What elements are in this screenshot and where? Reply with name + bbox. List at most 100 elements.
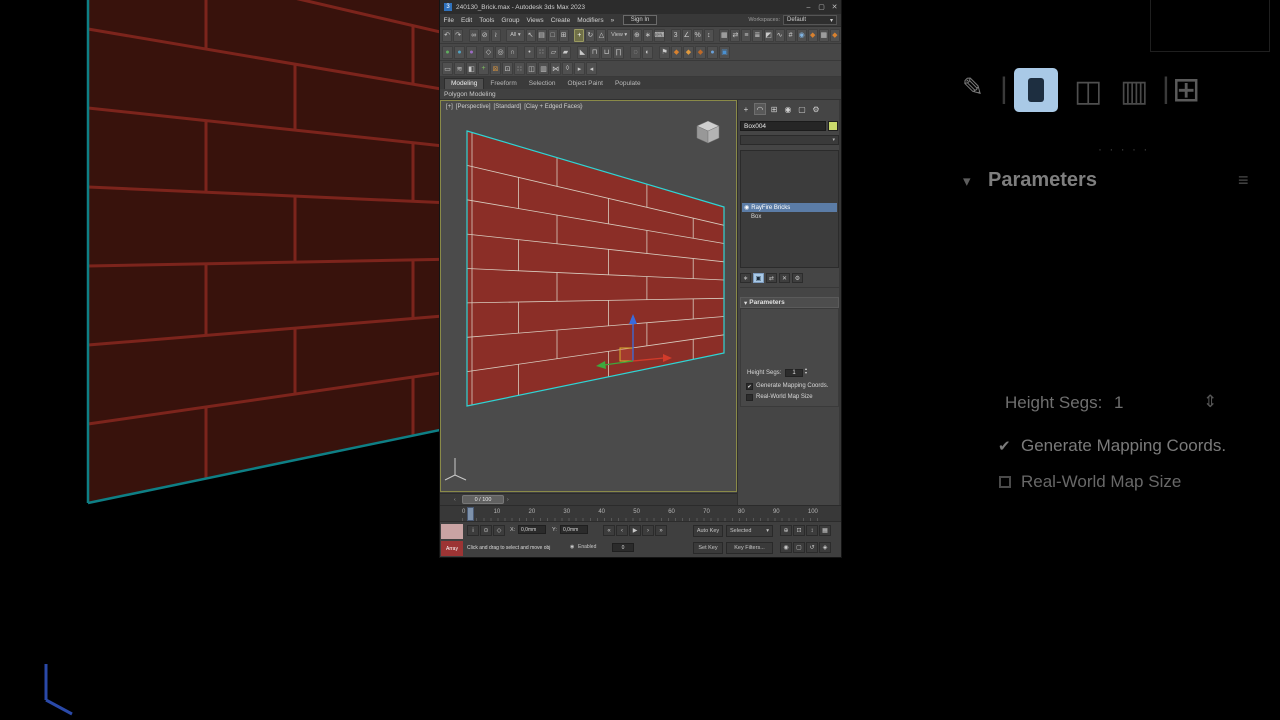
play-small-icon[interactable]: ▸ [574, 62, 585, 75]
key-filters-button[interactable]: Key Filters... [726, 542, 773, 554]
menu-item[interactable]: Views [523, 17, 547, 24]
cross-section-icon[interactable]: ⊠ [490, 62, 501, 75]
bind-to-space-warp-icon[interactable]: ≀ [490, 28, 501, 42]
utilities-tab-icon[interactable]: ⚙ [810, 103, 822, 115]
add-mesh-icon[interactable]: + [478, 62, 489, 75]
soft-selection-icon[interactable]: ◎ [495, 45, 506, 59]
menu-item[interactable]: File [440, 17, 457, 24]
snaps-toggle-icon[interactable]: 3 [670, 28, 681, 42]
previous-frame-icon[interactable]: ‹ [616, 525, 628, 536]
redo-icon[interactable]: ↷ [453, 28, 464, 42]
poly-selection-icon[interactable]: ◇ [483, 45, 494, 59]
field-of-view-icon[interactable]: ◉ [780, 542, 792, 553]
render-teapot-icon[interactable]: ◆ [671, 45, 682, 59]
detail-icon[interactable]: ◂ [586, 62, 597, 75]
zoom-all-icon[interactable]: ⊡ [793, 525, 805, 536]
time-slider-track[interactable]: ‹ 0 / 100 › [440, 493, 737, 505]
perspective-viewport[interactable]: [+] [Perspective] [Standard] [Clay + Edged … [440, 100, 737, 492]
selection-region-icon[interactable]: □ [547, 28, 558, 42]
maximize-button[interactable]: ▢ [815, 3, 828, 11]
previous-frame-arrow[interactable]: ‹ [454, 497, 456, 503]
boolean-icon[interactable]: ⊡ [502, 62, 513, 75]
motion-tab-icon[interactable]: ◉ [782, 103, 794, 115]
modifier-stack[interactable]: ◉ RayFire Bricks Box [740, 150, 839, 268]
auto-key-button[interactable]: Auto Key [693, 525, 723, 537]
bevel-icon[interactable]: ⊔ [601, 45, 612, 59]
next-frame-arrow[interactable]: › [507, 497, 509, 503]
time-slider-thumb[interactable]: 0 / 100 [462, 495, 504, 504]
menu-item[interactable]: Edit [457, 17, 475, 24]
set-key-button[interactable]: Set Key [693, 542, 723, 554]
display-toggle-icon[interactable]: ◐ [642, 45, 653, 59]
play-icon[interactable]: ▶ [629, 525, 641, 536]
orbit-icon[interactable]: ↺ [806, 542, 818, 553]
snap-2d-icon[interactable]: ● [442, 45, 453, 59]
modifier-stack-item-rayfire[interactable]: ◉ RayFire Bricks [742, 203, 837, 212]
render-preview-icon[interactable]: ◆ [695, 45, 706, 59]
sign-in-button[interactable]: Sign In [622, 15, 658, 25]
selected-filter-dropdown[interactable]: Selected ▾ [726, 525, 773, 537]
keyboard-shortcut-override-icon[interactable]: ⌨ [653, 28, 665, 42]
absolute-mode-icon[interactable]: ◇ [493, 525, 505, 536]
vertex-mode-icon[interactable]: • [524, 45, 535, 59]
hierarchy-tab-icon[interactable]: ⊞ [768, 103, 780, 115]
real-world-checkbox[interactable] [746, 394, 753, 401]
tab-selection[interactable]: Selection [523, 79, 562, 89]
render-iterative-icon[interactable]: ◆ [683, 45, 694, 59]
maximize-viewport-icon[interactable]: ▦ [819, 525, 831, 536]
selection-lock-icon[interactable]: ⊙ [480, 525, 492, 536]
degradation-icon[interactable]: ◉ [570, 544, 574, 550]
command-panel-scrollbar[interactable] [839, 100, 841, 505]
ribbon-panel-bar[interactable]: Polygon Modeling [440, 89, 841, 100]
angle-snap-icon[interactable]: ∠ [681, 28, 692, 42]
unlink-selection-icon[interactable]: ⊘ [479, 28, 490, 42]
height-segs-field[interactable]: 1 [785, 369, 803, 377]
wave-icon[interactable]: ≋ [454, 62, 465, 75]
height-segs-spinner[interactable]: ▴ ▾ [805, 367, 807, 375]
track-bar[interactable]: 0 10 20 30 40 50 60 70 80 90 100 [440, 505, 841, 521]
half-shade-icon[interactable]: ◧ [466, 62, 477, 75]
use-pivot-center-icon[interactable]: ⊕ [631, 28, 642, 42]
render-setup-icon[interactable]: ◆ [807, 28, 818, 42]
tab-modeling[interactable]: Modeling [444, 78, 485, 89]
ribbon-toggle-icon[interactable]: ◩ [763, 28, 774, 42]
go-to-start-icon[interactable]: « [603, 525, 615, 536]
connect-icon[interactable]: ⋈ [550, 62, 561, 75]
chamfer-icon[interactable]: ◣ [577, 45, 588, 59]
isolate-nav-icon[interactable]: ◈ [819, 542, 831, 553]
select-and-rotate-icon[interactable]: ↻ [585, 28, 596, 42]
go-to-end-icon[interactable]: » [655, 525, 667, 536]
generate-mapping-checkbox[interactable]: ✔ [746, 383, 753, 390]
snap-25d-icon[interactable]: ● [454, 45, 465, 59]
coord-y-field[interactable]: 0,0mm [560, 525, 588, 534]
remove-modifier-icon[interactable]: ✕ [779, 273, 790, 283]
render-production-icon[interactable]: ◆ [829, 28, 840, 42]
render-last-icon[interactable]: ▣ [719, 45, 730, 59]
zoom-extents-icon[interactable]: ↕ [806, 525, 818, 536]
lattice-icon[interactable]: ∷ [514, 62, 525, 75]
menu-item[interactable]: Tools [476, 17, 498, 24]
select-object-icon[interactable]: ↖ [525, 28, 536, 42]
select-and-scale-icon[interactable]: △ [596, 28, 607, 42]
configure-modifier-sets-icon[interactable]: ⚙ [792, 273, 803, 283]
bridge-icon[interactable]: ∏ [613, 45, 624, 59]
grid-toggle-icon[interactable]: ▭ [442, 62, 453, 75]
show-end-result-icon[interactable]: ▣ [753, 273, 764, 283]
menu-item[interactable]: Create [547, 17, 574, 24]
mirror-icon[interactable]: ⇄ [730, 28, 741, 42]
coord-x-field[interactable]: 0,0mm [518, 525, 546, 534]
isolate-selection-icon[interactable]: ◌ [630, 45, 641, 59]
display-tab-icon[interactable]: ▢ [796, 103, 808, 115]
modifier-list-dropdown[interactable]: ▾ [740, 135, 839, 145]
zoom-icon[interactable]: ⊕ [780, 525, 792, 536]
undo-icon[interactable]: ↶ [442, 28, 453, 42]
select-and-link-icon[interactable]: ∞ [468, 28, 479, 42]
create-tab-icon[interactable]: + [740, 103, 752, 115]
window-crossing-icon[interactable]: ⊞ [558, 28, 569, 42]
percent-snap-icon[interactable]: % [692, 28, 703, 42]
render-flags-icon[interactable]: ⚑ [659, 45, 670, 59]
rows-icon[interactable]: ▥ [538, 62, 549, 75]
maxscript-mini-listener-top[interactable] [441, 524, 463, 539]
modify-tab-icon[interactable]: ◠ [754, 103, 766, 115]
menu-overflow-icon[interactable]: » [607, 17, 618, 24]
